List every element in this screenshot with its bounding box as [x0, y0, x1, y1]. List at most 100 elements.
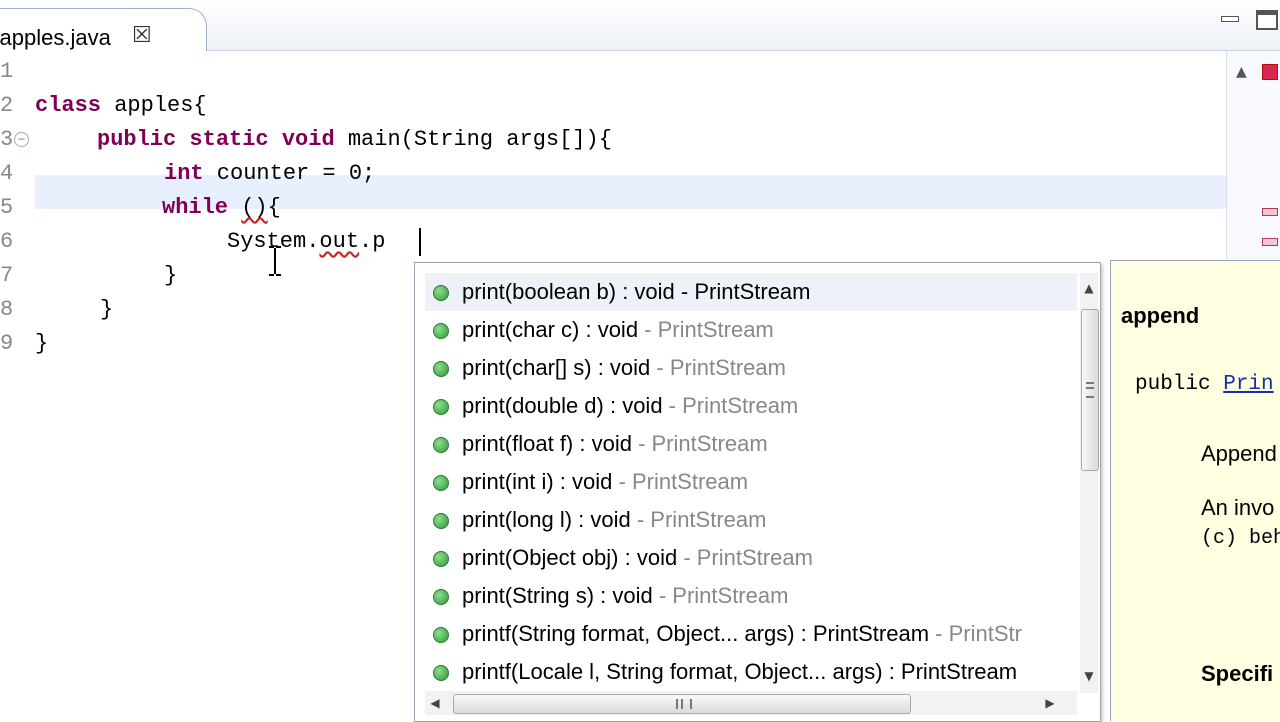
public-method-icon: [433, 665, 449, 681]
proposal-signature: print(int i) : void: [462, 469, 613, 494]
proposal-qualifier: - PrintStream: [630, 507, 767, 532]
code-line: 2 class apples{: [0, 89, 1226, 123]
scroll-left-icon[interactable]: ◀: [425, 693, 445, 713]
code-text: }: [164, 263, 178, 288]
close-icon[interactable]: ☒: [132, 23, 152, 48]
vertical-scroll-thumb[interactable]: [1081, 309, 1099, 471]
partial-member: .p: [359, 229, 386, 254]
horizontal-scrollbar[interactable]: ◀ ▶: [425, 691, 1077, 715]
tab-apples-java[interactable]: *apples.java ☒: [0, 8, 207, 51]
proposal-qualifier: - PrintStream: [662, 393, 799, 418]
public-method-icon: [433, 361, 449, 377]
line-number: 7: [0, 263, 14, 288]
doc-title: append: [1121, 303, 1200, 328]
code-text: int counter = 0;: [164, 157, 375, 191]
proposal-signature: print(char[] s) : void: [462, 355, 651, 380]
maximize-icon[interactable]: [1256, 10, 1278, 30]
doc-sig-prefix: public: [1135, 373, 1224, 396]
public-method-icon: [433, 399, 449, 415]
doc-paragraph: Append: [1201, 441, 1277, 466]
code-text: while (){: [162, 191, 281, 225]
proposal-item[interactable]: print(Object obj) : void - PrintStream: [425, 539, 1077, 577]
tab-title: *apples.java: [0, 25, 111, 50]
scroll-up-icon[interactable]: ▲: [1080, 281, 1098, 301]
line-number: 2: [0, 93, 14, 118]
public-method-icon: [433, 513, 449, 529]
proposal-qualifier: - PrintStream: [674, 279, 811, 304]
public-method-icon: [433, 437, 449, 453]
proposal-item[interactable]: printf(String format, Object... args) : …: [425, 615, 1077, 653]
code-line: 5 while (){: [0, 191, 1226, 225]
doc-section-heading: Specifi: [1201, 661, 1274, 686]
proposal-qualifier: - PrintStream: [650, 355, 786, 380]
proposal-item[interactable]: print(boolean b) : void - PrintStream: [425, 273, 1077, 311]
proposal-signature: print(Object obj) : void: [462, 545, 678, 570]
error-marker[interactable]: [1262, 208, 1278, 216]
proposal-qualifier: - PrintStream: [612, 469, 749, 494]
proposal-item[interactable]: print(int i) : void - PrintStream: [425, 463, 1077, 501]
proposal-qualifier: - PrintStream: [638, 317, 774, 342]
doc-type-link[interactable]: Prin: [1223, 373, 1273, 396]
scroll-up-icon[interactable]: ▲: [1236, 64, 1247, 80]
brace: {: [267, 195, 281, 220]
keyword: while: [162, 195, 229, 220]
proposal-qualifier: - PrintStream: [631, 431, 768, 456]
proposal-item[interactable]: printf(Locale l, String format, Object..…: [425, 653, 1077, 691]
proposal-signature: printf(String format, Object... args) : …: [462, 621, 930, 646]
doc-paragraph: An invo: [1201, 495, 1275, 520]
doc-signature: public Prin: [1135, 373, 1274, 396]
proposal-signature: print(String s) : void: [462, 583, 653, 608]
class-name: apples{: [101, 93, 207, 118]
proposal-qualifier: - PrintStream: [652, 583, 789, 608]
proposal-item[interactable]: print(float f) : void - PrintStream: [425, 425, 1077, 463]
line-number: 8: [0, 297, 14, 322]
line-number: 4: [0, 161, 14, 186]
proposal-item[interactable]: print(String s) : void - PrintStream: [425, 577, 1077, 615]
public-method-icon: [433, 323, 449, 339]
proposal-signature: print(char c) : void: [462, 317, 639, 342]
keyword: class: [35, 93, 102, 118]
code-text: class apples{: [35, 89, 207, 123]
code-line: 1: [0, 55, 1226, 89]
declaration: counter = 0;: [203, 161, 376, 186]
method-signature: main(String args[]){: [334, 127, 612, 152]
content-assist-popup: print(boolean b) : void - PrintStream pr…: [414, 262, 1101, 722]
ibeam-cursor-icon: [269, 246, 281, 276]
minimize-icon[interactable]: [1221, 10, 1239, 26]
keyword: int: [164, 161, 204, 186]
keyword: static: [189, 127, 269, 152]
fold-collapse-icon[interactable]: −: [14, 132, 29, 147]
proposal-signature: printf(Locale l, String format, Object..…: [462, 659, 1018, 684]
public-method-icon: [433, 475, 449, 491]
code-text: }: [35, 331, 49, 356]
line-number: 1: [0, 59, 14, 84]
proposal-item[interactable]: print(char[] s) : void - PrintStream: [425, 349, 1077, 387]
code-text: System.out.p: [227, 225, 385, 259]
proposal-signature: print(float f) : void: [462, 431, 632, 456]
grip-icon: [1086, 382, 1094, 398]
keyword: public: [97, 127, 177, 152]
code-line: 4 int counter = 0;: [0, 157, 1226, 191]
scroll-down-icon[interactable]: ▼: [1080, 669, 1098, 689]
vertical-scrollbar[interactable]: ▲ ▼: [1080, 273, 1099, 693]
horizontal-scroll-thumb[interactable]: [453, 694, 911, 714]
error-indicator-icon[interactable]: [1262, 64, 1278, 80]
proposal-item[interactable]: print(long l) : void - PrintStream: [425, 501, 1077, 539]
public-method-icon: [433, 285, 449, 301]
public-method-icon: [433, 551, 449, 567]
code-text: public static void main(String args[]){: [97, 123, 612, 157]
code-line: 6 System.out.p: [0, 225, 1226, 259]
proposal-item[interactable]: print(double d) : void - PrintStream: [425, 387, 1077, 425]
public-method-icon: [433, 589, 449, 605]
line-number: 9: [0, 331, 14, 356]
proposal-list: print(boolean b) : void - PrintStream pr…: [425, 273, 1077, 691]
proposal-item[interactable]: print(char c) : void - PrintStream: [425, 311, 1077, 349]
grip-icon: [676, 699, 692, 709]
proposal-qualifier: - PrintStream: [677, 545, 813, 570]
scroll-right-icon[interactable]: ▶: [1040, 693, 1060, 713]
proposal-qualifier: - PrintStr: [929, 621, 1022, 646]
error-marker[interactable]: [1262, 238, 1278, 246]
javadoc-hover-panel[interactable]: append public Prin Append An invo (c) be…: [1110, 260, 1280, 721]
line-number: 5: [0, 195, 14, 220]
editor-tab-bar: *apples.java ☒: [0, 0, 1280, 51]
